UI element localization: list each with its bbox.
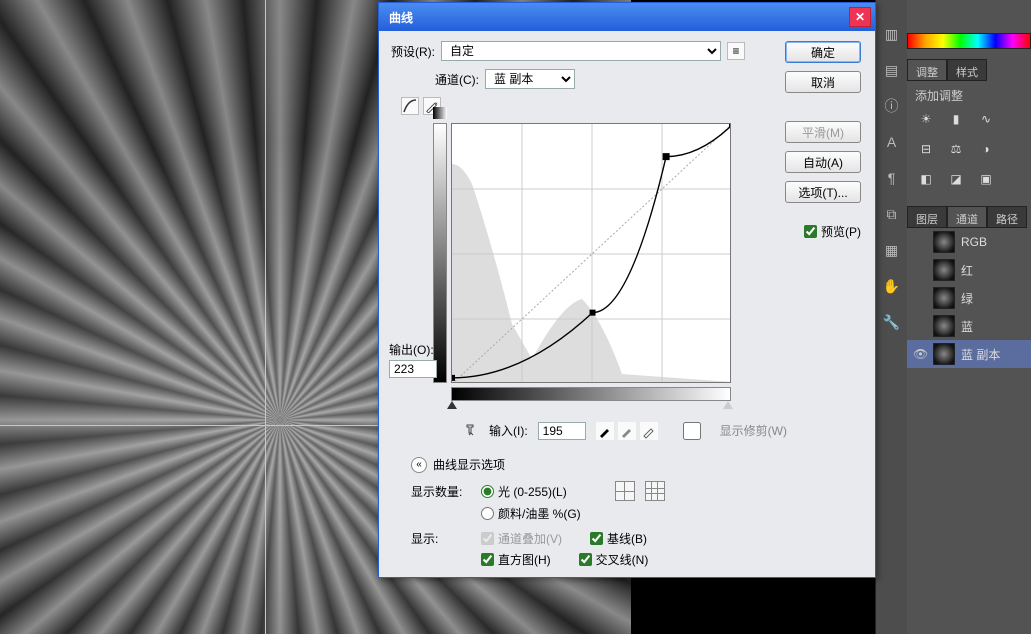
gradient-horizontal: [451, 387, 731, 401]
preset-select[interactable]: 自定: [441, 41, 721, 61]
photo-filter-icon[interactable]: ◪: [947, 170, 965, 188]
color-spectrum[interactable]: [907, 33, 1031, 49]
show-clipping-label: 显示修剪(W): [720, 422, 787, 439]
show-label: 显示:: [411, 530, 471, 547]
curve-area: [451, 123, 863, 411]
channel-row-green[interactable]: 绿: [907, 284, 1031, 312]
channel-thumb: [933, 315, 955, 337]
input-label: 输入(I):: [489, 422, 528, 439]
show-clipping-checkbox[interactable]: 显示修剪(W): [668, 422, 787, 440]
tab-paths[interactable]: 路径: [987, 206, 1027, 228]
channel-name: 蓝 副本: [961, 346, 1000, 363]
channel-row-blue[interactable]: 蓝: [907, 312, 1031, 340]
intersection-checkbox[interactable]: 交叉线(N): [579, 551, 649, 568]
balance-icon[interactable]: ⚖: [947, 140, 965, 158]
visibility-icon[interactable]: [913, 235, 927, 249]
channel-name: 红: [961, 262, 973, 279]
baseline-checkbox[interactable]: 基线(B): [590, 530, 647, 547]
bw-icon[interactable]: ◧: [917, 170, 935, 188]
channel-thumb: [933, 231, 955, 253]
show-clipping-input[interactable]: [668, 422, 716, 440]
curve-tool-icon[interactable]: [401, 97, 419, 115]
preset-menu-icon[interactable]: ≡: [727, 42, 745, 60]
levels-icon[interactable]: ▮: [947, 110, 965, 128]
visibility-icon[interactable]: [913, 291, 927, 305]
dialog-titlebar[interactable]: 曲线 ✕: [379, 3, 875, 31]
ok-button[interactable]: 确定: [785, 41, 861, 63]
display-options-label: 曲线显示选项: [433, 456, 505, 473]
target-adjust-icon[interactable]: [463, 421, 479, 440]
tab-layers[interactable]: 图层: [907, 206, 947, 228]
paragraph-icon[interactable]: ¶: [883, 169, 901, 187]
grid-fine-icon[interactable]: [645, 481, 665, 501]
radio-light[interactable]: 光 (0-255)(L): [481, 483, 567, 500]
close-icon[interactable]: ✕: [849, 7, 871, 27]
right-panels: 调整 样式 添加调整 ☀ ▮ ∿ ⊟ ⚖ ◑ ◧ ◪ ▣ 图层 通道 路径 RG…: [907, 0, 1031, 634]
right-toolstrip: ▥ ▤ ⓘ A ¶ ⧉ ▦ ✋ 🔧: [875, 0, 907, 634]
visibility-icon[interactable]: [913, 319, 927, 333]
gradient-top: [433, 107, 447, 119]
channels-list: RGB 红 绿 蓝 👁 蓝 副本: [907, 228, 1031, 368]
visibility-icon[interactable]: [913, 263, 927, 277]
channel-row-blue-copy[interactable]: 👁 蓝 副本: [907, 340, 1031, 368]
text-icon[interactable]: A: [883, 133, 901, 151]
highlight-slider[interactable]: [723, 401, 733, 409]
channel-thumb: [933, 287, 955, 309]
curve-graph[interactable]: [451, 123, 731, 383]
channel-name: RGB: [961, 235, 987, 249]
eyedropper-gray-icon[interactable]: [618, 422, 636, 440]
eyedropper-white-icon[interactable]: [640, 422, 658, 440]
histogram-icon[interactable]: ▥: [883, 25, 901, 43]
output-box: 输出(O):: [389, 341, 445, 378]
eyedropper-black-icon[interactable]: [596, 422, 614, 440]
info-icon[interactable]: ⓘ: [883, 97, 901, 115]
invert-icon[interactable]: ▣: [977, 170, 995, 188]
add-adjustment-label: 添加调整: [915, 87, 1023, 104]
channel-row-rgb[interactable]: RGB: [907, 228, 1031, 256]
channel-row-red[interactable]: 红: [907, 256, 1031, 284]
amount-label: 显示数量:: [411, 483, 471, 500]
hand-icon[interactable]: ✋: [883, 277, 901, 295]
radio-pigment[interactable]: 颜料/油墨 %(G): [481, 505, 581, 522]
adjustments-body: 添加调整 ☀ ▮ ∿ ⊟ ⚖ ◑ ◧ ◪ ▣: [907, 81, 1031, 200]
tab-adjustments[interactable]: 调整: [907, 59, 947, 81]
input-input[interactable]: [538, 422, 586, 440]
exposure-icon[interactable]: ⊟: [917, 140, 935, 158]
cancel-button[interactable]: 取消: [785, 71, 861, 93]
curves-dialog: 曲线 ✕ 确定 取消 平滑(M) 自动(A) 选项(T)... 预览(P) 预设…: [378, 2, 876, 578]
grid-coarse-icon[interactable]: [615, 481, 635, 501]
ruler-icon[interactable]: ▦: [883, 241, 901, 259]
collapse-icon[interactable]: «: [411, 457, 427, 473]
tab-channels[interactable]: 通道: [947, 206, 987, 228]
tab-styles[interactable]: 样式: [947, 59, 987, 81]
histogram-checkbox[interactable]: 直方图(H): [481, 551, 551, 568]
visibility-icon[interactable]: 👁: [913, 347, 927, 361]
channel-select[interactable]: 蓝 副本: [485, 69, 575, 89]
channel-name: 绿: [961, 290, 973, 307]
clone-icon[interactable]: ⧉: [883, 205, 901, 223]
channel-thumb: [933, 259, 955, 281]
swatches-icon[interactable]: ▤: [883, 61, 901, 79]
brightness-icon[interactable]: ☀: [917, 110, 935, 128]
curves-icon[interactable]: ∿: [977, 110, 995, 128]
preset-label: 预设(R):: [391, 43, 435, 60]
channel-label: 通道(C):: [435, 71, 479, 88]
eyedropper-group: [596, 422, 658, 440]
shadow-slider[interactable]: [447, 401, 457, 409]
wrench-icon[interactable]: 🔧: [883, 313, 901, 331]
channel-name: 蓝: [961, 318, 973, 335]
overlay-checkbox[interactable]: 通道叠加(V): [481, 530, 562, 547]
hue-icon[interactable]: ◑: [977, 140, 995, 158]
input-sliders[interactable]: [451, 401, 731, 411]
dialog-title: 曲线: [389, 9, 413, 26]
output-label: 输出(O):: [389, 341, 445, 358]
output-input[interactable]: [389, 360, 437, 378]
channel-thumb: [933, 343, 955, 365]
